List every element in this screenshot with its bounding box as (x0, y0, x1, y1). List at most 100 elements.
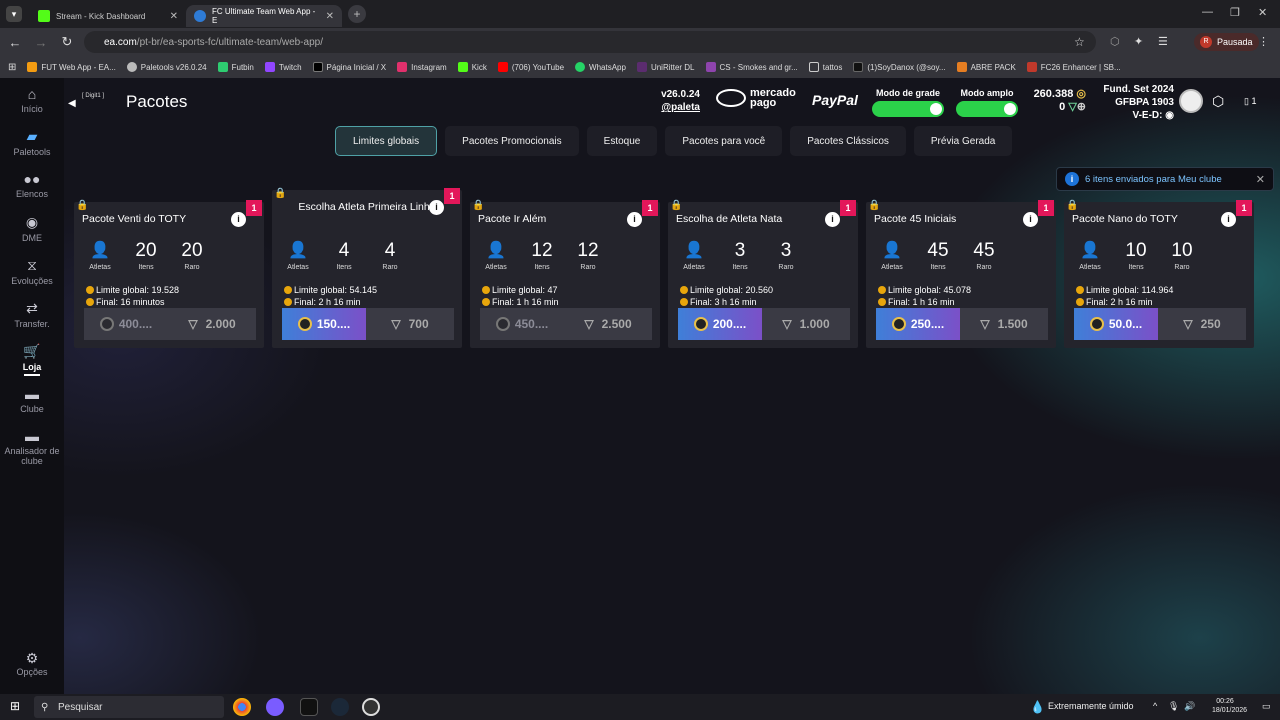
tab-estoque[interactable]: Estoque (586, 126, 658, 156)
close-tab-icon[interactable]: ✕ (170, 11, 178, 22)
grid-mode-toggle[interactable]: Modo de grade (872, 88, 944, 117)
pack-card[interactable]: 🔒 Pacote 45 Iniciais i 1 👤 Atletas 45 Iten… (866, 200, 1056, 348)
tab-pacotes-para-voce[interactable]: Pacotes para você (665, 126, 783, 156)
buy-coins-button[interactable]: 250.... (876, 308, 960, 340)
tab-limites-globais[interactable]: Limites globais (335, 126, 438, 156)
bookmark-item[interactable]: Futbin (217, 62, 254, 72)
close-window-icon[interactable]: ✕ (1258, 6, 1267, 19)
sidebar-item-dme[interactable]: ◉ DME (0, 214, 64, 243)
reading-list-icon[interactable]: ☰ (1158, 35, 1168, 48)
toggle-switch[interactable] (872, 101, 944, 117)
profile-button[interactable]: R Pausada (1194, 33, 1259, 51)
bookmark-item[interactable]: CS - Smokes and gr... (705, 62, 798, 72)
chrome-icon[interactable] (233, 698, 251, 716)
apps-grid-icon[interactable]: ⊞ (8, 62, 16, 73)
sidebar-item-paletools[interactable]: ▰ Paletools (0, 128, 64, 157)
weather-text[interactable]: Extremamente úmido (1048, 701, 1134, 711)
bookmark-item[interactable]: Página Inicial / X (312, 62, 386, 72)
extension-icon[interactable]: ⬡ (1110, 35, 1120, 48)
tray-chevron-icon[interactable]: ^ (1153, 701, 1157, 711)
bookmark-item[interactable]: Paletools v26.0.24 (126, 62, 207, 72)
clock[interactable]: 00:26 18/01/2026 (1212, 697, 1247, 715)
bookmark-star-icon[interactable]: ☆ (1074, 35, 1085, 49)
buy-coins-button[interactable]: 400.... (84, 308, 168, 340)
pack-card[interactable]: 🔒 Pacote Venti do TOTY i 1 👤 Atletas 20 It… (74, 200, 264, 348)
sidebar-item-loja[interactable]: 🛒 Loja (0, 343, 64, 376)
buy-points-button[interactable]: ▽ 1.000 (762, 308, 850, 340)
buy-points-button[interactable]: ▽ 700 (366, 308, 454, 340)
sidebar-item-evolucoes[interactable]: ⧖ Evoluções (0, 257, 64, 286)
sidebar-item-analisador[interactable]: ▬ Analisador de clube (0, 428, 64, 466)
steam-icon[interactable] (331, 698, 349, 716)
bookmark-item[interactable]: Twitch (264, 62, 302, 72)
buy-coins-button[interactable]: 200.... (678, 308, 762, 340)
discord-icon[interactable] (266, 698, 284, 716)
sidebar-item-opcoes[interactable]: ⚙ Opções (0, 650, 64, 677)
bookmark-item[interactable]: Kick (457, 62, 487, 72)
mercado-pago-logo[interactable]: mercado pago (716, 88, 796, 109)
bookmark-item[interactable]: FUT Web App - EA... (27, 62, 116, 72)
forward-icon[interactable]: → (30, 35, 52, 50)
info-icon[interactable]: i (1023, 212, 1038, 227)
bookmark-item[interactable]: FC26 Enhancer | SB... (1026, 62, 1121, 72)
sidebar-item-transfer[interactable]: ⇄ Transfer. (0, 300, 64, 329)
info-icon[interactable]: i (429, 200, 444, 215)
reload-icon[interactable]: ↻ (56, 34, 78, 50)
mic-icon[interactable]: 🎙 (1168, 701, 1179, 712)
wide-mode-toggle[interactable]: Modo amplo (956, 88, 1018, 117)
bookmark-item[interactable]: UniRitter DL (636, 62, 695, 72)
extensions-puzzle-icon[interactable]: ✦ (1134, 35, 1143, 48)
sidebar-item-elencos[interactable]: ●● Elencos (0, 171, 64, 199)
info-icon[interactable]: i (825, 212, 840, 227)
toggle-switch[interactable] (956, 101, 1018, 117)
buy-points-button[interactable]: ▽ 1.500 (960, 308, 1048, 340)
close-tab-icon[interactable]: ✕ (326, 11, 334, 22)
tab-pacotes-classicos[interactable]: Pacotes Clássicos (790, 126, 906, 156)
eye-icon[interactable]: ◉ (1165, 110, 1174, 121)
tab-kick-dashboard[interactable]: Stream - Kick Dashboard ✕ (30, 5, 186, 27)
buy-points-button[interactable]: ▽ 250 (1158, 308, 1246, 340)
windows-start-icon[interactable]: ⊞ (10, 699, 20, 713)
devices-indicator[interactable]: ▯ 1 (1244, 96, 1256, 107)
sidebar-item-inicio[interactable]: ⌂ Início (0, 86, 64, 114)
maximize-icon[interactable]: ❐ (1230, 6, 1240, 19)
bookmark-folder[interactable]: tattos (808, 62, 842, 72)
back-icon[interactable]: ← (4, 35, 26, 50)
pack-card[interactable]: 🔒 Pacote Nano do TOTY i 1 👤 Atletas 10 Ite… (1064, 200, 1254, 348)
bookmark-item[interactable]: ABRE PACK (956, 62, 1016, 72)
tab-search-button[interactable]: ▾ (6, 6, 22, 22)
paypal-logo[interactable]: PayPal (812, 92, 858, 108)
buy-coins-button[interactable]: 450.... (480, 308, 564, 340)
notifications-icon[interactable]: ▭ (1262, 701, 1271, 712)
new-tab-button[interactable]: + (348, 5, 366, 23)
menu-icon[interactable]: ⋮ (1258, 35, 1269, 48)
bookmark-item[interactable]: (1)SoyDanox (@soy... (853, 62, 946, 72)
info-icon[interactable]: i (231, 212, 246, 227)
info-icon[interactable]: i (627, 212, 642, 227)
back-arrow-icon[interactable]: ◀ (68, 98, 76, 109)
obs-icon[interactable] (362, 698, 380, 716)
pack-card[interactable]: 🔒 Escolha Atleta Primeira Linha i 1 👤 Atl… (272, 188, 462, 348)
info-icon[interactable]: i (1221, 212, 1236, 227)
buy-points-button[interactable]: ▽ 2.500 (564, 308, 652, 340)
tab-fc-web-app[interactable]: FC Ultimate Team Web App - E ✕ (186, 5, 342, 27)
bookmark-item[interactable]: Instagram (397, 62, 447, 72)
bookmark-item[interactable]: (706) YouTube (497, 62, 564, 72)
pack-card[interactable]: 🔒 Pacote Ir Além i 1 👤 Atletas 12 Itens 12… (470, 200, 660, 348)
tab-previa-gerada[interactable]: Prévia Gerada (913, 126, 1013, 156)
close-icon[interactable]: ✕ (1256, 173, 1265, 186)
tab-pacotes-promocionais[interactable]: Pacotes Promocionais (445, 126, 579, 156)
sidebar-item-clube[interactable]: ▬ Clube (0, 386, 64, 414)
minimize-icon[interactable]: — (1202, 6, 1213, 18)
url-input[interactable]: ea.com/pt-br/ea-sports-fc/ultimate-team/… (84, 31, 1096, 53)
bookmark-item[interactable]: WhatsApp (575, 62, 626, 72)
volume-icon[interactable]: 🔊 (1184, 701, 1195, 712)
handle-link[interactable]: @paleta (656, 101, 700, 114)
buy-coins-button[interactable]: 50.0... (1074, 308, 1158, 340)
buy-points-button[interactable]: ▽ 2.000 (168, 308, 256, 340)
rank-icon[interactable]: ⬡ (1212, 93, 1224, 110)
buy-coins-button[interactable]: 150.... (282, 308, 366, 340)
add-points-icon[interactable]: ⊕ (1077, 101, 1086, 113)
app-icon[interactable] (300, 698, 318, 716)
taskbar-search[interactable]: ⚲ Pesquisar (34, 696, 224, 718)
